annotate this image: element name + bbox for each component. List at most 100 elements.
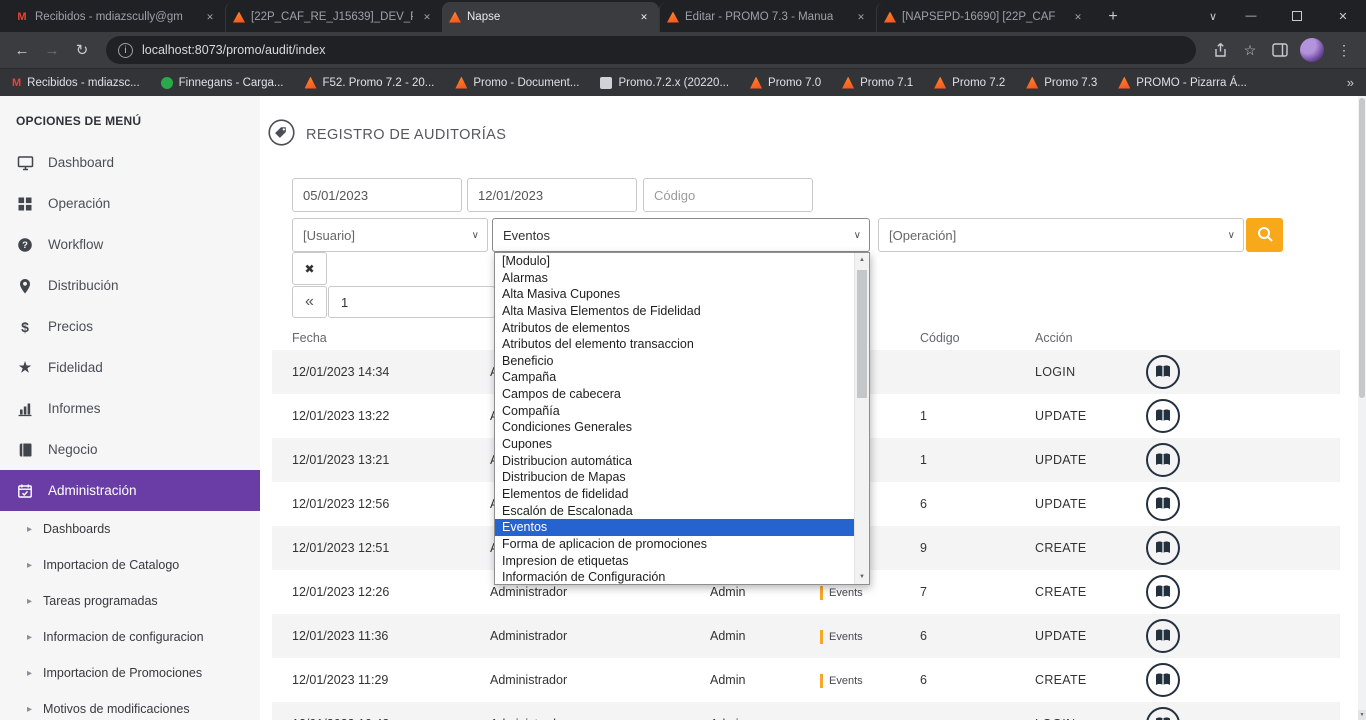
dropdown-option[interactable]: Beneficio [495,353,869,370]
dropdown-option[interactable]: Impresion de etiquetas [495,553,869,570]
detail-button[interactable] [1145,618,1181,654]
address-bar[interactable]: i localhost:8073/promo/audit/index [106,36,1196,64]
bookmark-item[interactable]: Promo 7.3 [1026,77,1097,89]
back-icon[interactable]: ← [8,36,36,64]
first-page-button[interactable]: « [292,286,327,318]
bookmarks-overflow-icon[interactable]: » [1347,75,1354,90]
dropdown-option[interactable]: Alarmas [495,270,869,287]
dropdown-scrollbar[interactable]: ▲ ▼ [854,253,869,584]
profile-avatar[interactable] [1300,38,1324,62]
new-tab-button[interactable]: + [1099,3,1127,31]
browser-tab-gmail[interactable]: M Recibidos - mdiazscully@gm ✕ [8,2,225,32]
dropdown-option-selected[interactable]: Eventos [495,519,869,536]
forward-icon[interactable]: → [38,36,66,64]
bookmark-item[interactable]: Promo 7.0 [750,77,821,89]
sidebar-item-administracion[interactable]: Administración [0,470,260,511]
sidebar-item-precios[interactable]: $ Precios [0,306,260,347]
page-scrollbar[interactable]: ▼ [1358,96,1366,720]
browser-tab-editar[interactable]: Editar - PROMO 7.3 - Manua ✕ [659,2,876,32]
bookmark-item[interactable]: Promo 7.2 [934,77,1005,89]
bookmark-item[interactable]: MRecibidos - mdiazsc... [12,77,140,89]
detail-button[interactable] [1145,354,1181,390]
minimize-button[interactable]: — [1228,0,1274,32]
sidebar-item-negocio[interactable]: Negocio [0,429,260,470]
dropdown-option[interactable]: Campaña [495,369,869,386]
detail-button[interactable] [1145,662,1181,698]
detail-button[interactable] [1145,398,1181,434]
dropdown-option[interactable]: Alta Masiva Cupones [495,286,869,303]
dropdown-option[interactable]: Condiciones Generales [495,419,869,436]
dropdown-option[interactable]: Alta Masiva Elementos de Fidelidad [495,303,869,320]
browser-tab-jira[interactable]: [NAPSEPD-16690] [22P_CAF ✕ [876,2,1093,32]
maximize-button[interactable] [1274,0,1320,32]
dropdown-option[interactable]: Forma de aplicacion de promociones [495,536,869,553]
detail-button[interactable] [1145,486,1181,522]
dropdown-option[interactable]: Campos de cabecera [495,386,869,403]
sidebar-item-informes[interactable]: Informes [0,388,260,429]
usuario-select[interactable]: [Usuario] ∨ [292,218,488,252]
dropdown-option[interactable]: Información de Configuración [495,569,869,585]
tab-search-chevron-icon[interactable]: ∨ [1198,0,1228,32]
clear-filters-button[interactable]: ✖ [292,252,327,285]
dropdown-option[interactable]: Atributos del elemento transaccion [495,336,869,353]
browser-tab-dev[interactable]: [22P_CAF_RE_J15639]_DEV_P ✕ [225,2,442,32]
page-number-input[interactable] [328,286,495,318]
date-from-input[interactable] [292,178,462,212]
date-to-input[interactable] [467,178,637,212]
dropdown-option[interactable]: Distribucion de Mapas [495,469,869,486]
gmail-icon: M [15,11,29,24]
scrollbar-thumb[interactable] [857,270,867,398]
detail-button[interactable] [1145,530,1181,566]
dropdown-option[interactable]: Compañía [495,403,869,420]
dropdown-option[interactable]: Distribucion automática [495,453,869,470]
detail-button[interactable] [1145,442,1181,478]
sidebar-subitem-motivos-modificaciones[interactable]: ▸Motivos de modificaciones [0,691,260,720]
sidebar-item-workflow[interactable]: ? Workflow [0,224,260,265]
dropdown-option[interactable]: [Modulo] [495,253,869,270]
tab-close-icon[interactable]: ✕ [419,9,435,25]
dropdown-option[interactable]: Escalón de Escalonada [495,503,869,520]
scroll-down-icon[interactable]: ▼ [855,570,869,584]
sidebar-item-operacion[interactable]: Operación [0,183,260,224]
search-button[interactable] [1246,218,1283,252]
tab-close-icon[interactable]: ✕ [202,9,218,25]
sidebar-subitem-informacion-configuracion[interactable]: ▸Informacion de configuracion [0,619,260,655]
bookmark-item[interactable]: Promo - Document... [455,77,579,89]
scroll-up-icon[interactable]: ▲ [855,253,869,267]
detail-button[interactable] [1145,706,1181,720]
sidebar-subitem-dashboards[interactable]: ▸Dashboards [0,511,260,547]
dropdown-option[interactable]: Elementos de fidelidad [495,486,869,503]
dropdown-option[interactable]: Cupones [495,436,869,453]
scroll-down-icon[interactable]: ▼ [1358,710,1366,720]
bookmark-item[interactable]: Finnegans - Carga... [161,77,284,89]
sidebar-subitem-importacion-promociones[interactable]: ▸Importacion de Promociones [0,655,260,691]
napse-icon [934,77,946,89]
sidebar-subitem-tareas-programadas[interactable]: ▸Tareas programadas [0,583,260,619]
modulo-select[interactable]: Eventos ∨ [492,218,870,252]
bookmark-item[interactable]: F52. Promo 7.2 - 20... [305,77,435,89]
dropdown-option[interactable]: Atributos de elementos [495,320,869,337]
bookmark-item[interactable]: Promo.7.2.x (20220... [600,77,729,89]
operacion-select[interactable]: [Operación] ∨ [878,218,1244,252]
side-panel-icon[interactable] [1266,36,1294,64]
sidebar-item-fidelidad[interactable]: ★ Fidelidad [0,347,260,388]
tab-close-icon[interactable]: ✕ [636,9,652,25]
detail-button[interactable] [1145,574,1181,610]
codigo-input[interactable] [643,178,813,212]
reload-icon[interactable]: ↻ [68,36,96,64]
bookmark-star-icon[interactable]: ☆ [1236,36,1264,64]
bookmark-item[interactable]: PROMO - Pizarra Á... [1118,77,1247,89]
sidebar-item-label: Workflow [48,237,103,252]
tab-close-icon[interactable]: ✕ [853,9,869,25]
sidebar-item-dashboard[interactable]: Dashboard [0,142,260,183]
browser-menu-icon[interactable]: ⋮ [1330,36,1358,64]
site-info-icon[interactable]: i [118,43,133,58]
sidebar-subitem-importacion-catalogo[interactable]: ▸Importacion de Catalogo [0,547,260,583]
window-close-button[interactable]: ✕ [1320,0,1366,32]
sidebar-item-distribucion[interactable]: Distribución [0,265,260,306]
scrollbar-thumb[interactable] [1359,98,1365,398]
tab-close-icon[interactable]: ✕ [1070,9,1086,25]
browser-tab-napse-active[interactable]: Napse ✕ [442,2,659,32]
bookmark-item[interactable]: Promo 7.1 [842,77,913,89]
share-icon[interactable] [1206,36,1234,64]
